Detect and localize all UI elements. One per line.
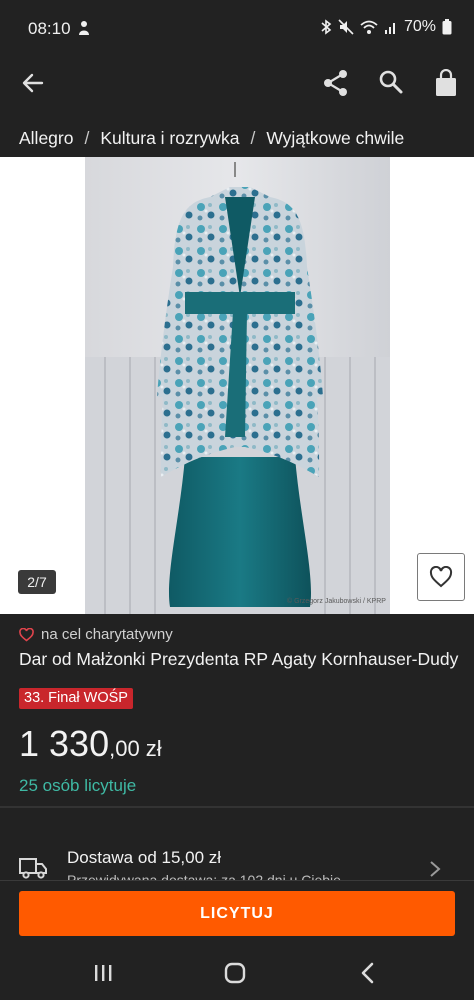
truck-icon [19,858,47,879]
chevron-right-icon [430,861,441,877]
wifi-icon [360,20,378,34]
price-main: 1 330 [19,723,110,764]
photo-watermark: © Grzegorz Jakubowski / KPRP [287,597,386,605]
listing-title: Dar od Małżonki Prezydenta RP Agaty Korn… [19,649,459,669]
cart-icon[interactable] [434,69,458,97]
search-icon[interactable] [378,69,404,95]
price: 1 330,00 zł [19,723,162,765]
heart-icon [429,566,453,588]
recent-apps-icon[interactable] [91,962,115,984]
bidders-count[interactable]: 25 osób licytuje [19,776,136,796]
breadcrumb-item-allegro[interactable]: Allegro [19,128,73,149]
back-arrow-icon[interactable] [20,70,46,96]
bid-panel: LICYTUJ [0,880,474,945]
product-gallery[interactable]: © Grzegorz Jakubowski / KPRP [0,157,474,614]
signal-icon [384,23,395,34]
share-icon[interactable] [323,69,349,97]
battery-icon [442,19,452,35]
delivery-estimate: Przewidywana dostawa: za 102 dni u Ciebi… [67,872,341,880]
status-time: 08:10 [28,19,71,38]
breadcrumb: Allegro / Kultura i rozrywka / Wyjątkowe… [19,120,404,156]
breadcrumb-item-wyjatkowe[interactable]: Wyjątkowe chwile [266,128,404,149]
bid-button[interactable]: LICYTUJ [19,891,455,936]
breadcrumb-item-kultura[interactable]: Kultura i rozrywka [100,128,239,149]
status-bar: 08:10 70% [0,0,474,58]
breadcrumb-separator: / [250,127,256,148]
system-nav-bar [0,945,474,1000]
breadcrumb-separator: / [84,127,90,148]
product-photo[interactable]: © Grzegorz Jakubowski / KPRP [85,157,390,614]
nav-back-icon[interactable] [356,962,380,984]
battery-percent: 70% [403,18,436,35]
delivery-row[interactable]: Dostawa od 15,00 zł Przewidywana dostawa… [0,830,474,880]
bluetooth-icon [321,19,332,35]
wosp-badge: 33. Finał WOŚP [19,688,133,709]
app-bar [0,58,474,108]
charity-label: na cel charytatywny [41,626,173,643]
status-icons: 70% [320,18,452,36]
notification-icon [79,21,89,35]
favorite-button[interactable] [417,553,465,601]
delivery-label: Dostawa od 15,00 zł [67,848,222,867]
gallery-counter: 2/7 [18,570,56,594]
price-cents: ,00 zł [109,736,162,761]
charity-heart-icon [19,627,34,642]
charity-row: na cel charytatywny [19,626,173,643]
home-icon[interactable] [223,962,247,984]
divider [0,806,474,808]
mute-icon [338,19,354,35]
